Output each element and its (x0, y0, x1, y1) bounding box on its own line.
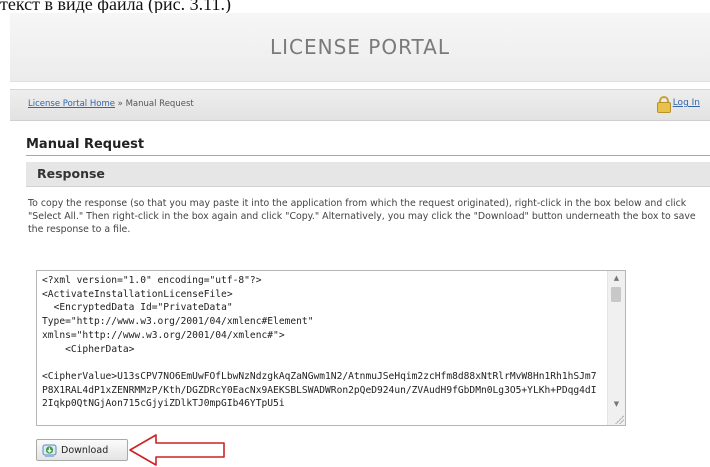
scroll-down-arrow-icon[interactable]: ▼ (608, 397, 625, 411)
breadcrumb-separator: » (114, 99, 126, 109)
download-icon (42, 444, 57, 457)
title-divider (26, 155, 710, 156)
portal-title: LICENSE PORTAL (269, 35, 451, 59)
breadcrumb-home-link[interactable]: License Portal Home (28, 99, 115, 109)
lock-icon (656, 95, 671, 113)
download-label: Download (61, 445, 109, 456)
login-link[interactable]: Log In (673, 98, 700, 108)
breadcrumb-current: Manual Request (125, 99, 194, 109)
page-title: Manual Request (26, 137, 145, 152)
section-title: Response (37, 166, 105, 181)
red-arrow-annotation (129, 434, 225, 466)
response-textarea[interactable]: <?xml version="1.0" encoding="utf-8"?> <… (36, 270, 626, 426)
response-scrollbar[interactable]: ▲ ▼ (607, 271, 625, 425)
breadcrumb: License Portal Home » Manual Request (28, 99, 194, 109)
instructions-text: To copy the response (so that you may pa… (28, 198, 696, 235)
scroll-up-arrow-icon[interactable]: ▲ (608, 271, 625, 285)
login-link-container[interactable]: Log In (656, 95, 700, 113)
section-header: Response (26, 162, 710, 187)
document-caption: текст в виде файла (рис. 3.11.) (0, 0, 231, 14)
scrollbar-thumb[interactable] (611, 287, 621, 302)
navigation-bar: License Portal Home » Manual Request Log… (10, 89, 710, 121)
license-portal-page: LICENSE PORTAL License Portal Home » Man… (10, 13, 710, 466)
download-button[interactable]: Download (36, 439, 128, 461)
resize-grip-icon[interactable] (614, 414, 624, 424)
response-text[interactable]: <?xml version="1.0" encoding="utf-8"?> <… (42, 274, 600, 411)
portal-header: LICENSE PORTAL (10, 13, 710, 82)
